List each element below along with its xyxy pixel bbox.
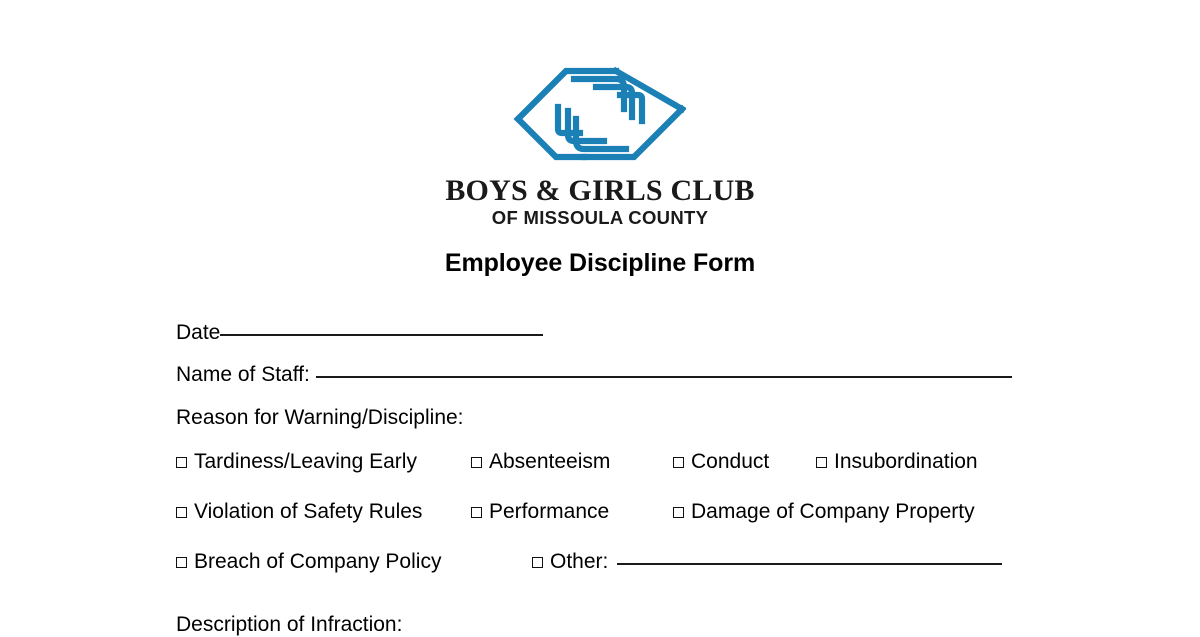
checkbox-performance[interactable] [471,507,482,519]
reason-for-warning-label: Reason for Warning/Discipline: [176,406,464,430]
organization-logo-block: BOYS & GIRLS CLUB OF MISSOULA COUNTY [0,62,1200,228]
checkbox-item-violation-safety-rules[interactable]: Violation of Safety Rules [176,501,471,523]
name-of-staff-field-row: Name of Staff: [176,363,1036,387]
checkbox-item-breach-company-policy[interactable]: Breach of Company Policy [176,551,532,573]
page-title: Employee Discipline Form [444,249,756,277]
checkbox-label-conduct: Conduct [691,450,770,474]
reason-for-warning-row: Reason for Warning/Discipline: [176,407,1036,429]
description-of-infraction-label: Description of Infraction: [176,613,403,636]
form-body: Date Name of Staff: Reason for Warning/D… [176,321,1036,573]
logo-wordmark: BOYS & GIRLS CLUB [445,174,755,207]
checkbox-insubordination[interactable] [816,457,827,469]
checkbox-damage-company-property[interactable] [673,507,684,519]
checkbox-item-tardiness[interactable]: Tardiness/Leaving Early [176,451,471,473]
reason-checkbox-row-3: Breach of Company Policy Other: [176,551,1036,573]
checkbox-item-performance[interactable]: Performance [471,501,673,523]
logo-subwordmark: OF MISSOULA COUNTY [491,207,709,228]
checkbox-item-absenteeism[interactable]: Absenteeism [471,451,673,473]
checkbox-violation-safety-rules[interactable] [176,507,187,519]
checkbox-item-insubordination[interactable]: Insubordination [816,451,978,473]
checkbox-item-conduct[interactable]: Conduct [673,451,816,473]
checkbox-other[interactable] [532,557,543,569]
other-input-rule[interactable] [617,563,1003,566]
date-label: Date [176,321,221,344]
name-of-staff-input-rule[interactable] [315,376,1012,379]
checkbox-label-absenteeism: Absenteeism [489,450,611,474]
reason-checkbox-row-1: Tardiness/Leaving Early Absenteeism Cond… [176,451,1036,473]
checkbox-label-performance: Performance [489,500,610,524]
checkbox-conduct[interactable] [673,457,684,469]
checkbox-label-violation-safety-rules: Violation of Safety Rules [194,500,423,524]
checkbox-item-damage-company-property[interactable]: Damage of Company Property [673,501,975,523]
checkbox-breach-company-policy[interactable] [176,557,187,569]
reason-checkbox-row-2: Violation of Safety Rules Performance Da… [176,501,1036,523]
checkbox-label-damage-company-property: Damage of Company Property [691,500,975,524]
checkbox-item-other[interactable]: Other: [532,550,1003,574]
checkbox-label-breach-company-policy: Breach of Company Policy [194,550,442,574]
checkbox-label-tardiness: Tardiness/Leaving Early [194,450,417,474]
checkbox-tardiness[interactable] [176,457,187,469]
checkbox-label-insubordination: Insubordination [834,450,978,474]
checkbox-absenteeism[interactable] [471,457,482,469]
boys-and-girls-club-hands-logo-icon [513,66,687,161]
name-of-staff-label: Name of Staff: [176,363,316,387]
date-input-rule[interactable] [220,334,544,336]
checkbox-label-other: Other: [550,550,609,574]
date-field-row: Date [176,321,1036,344]
